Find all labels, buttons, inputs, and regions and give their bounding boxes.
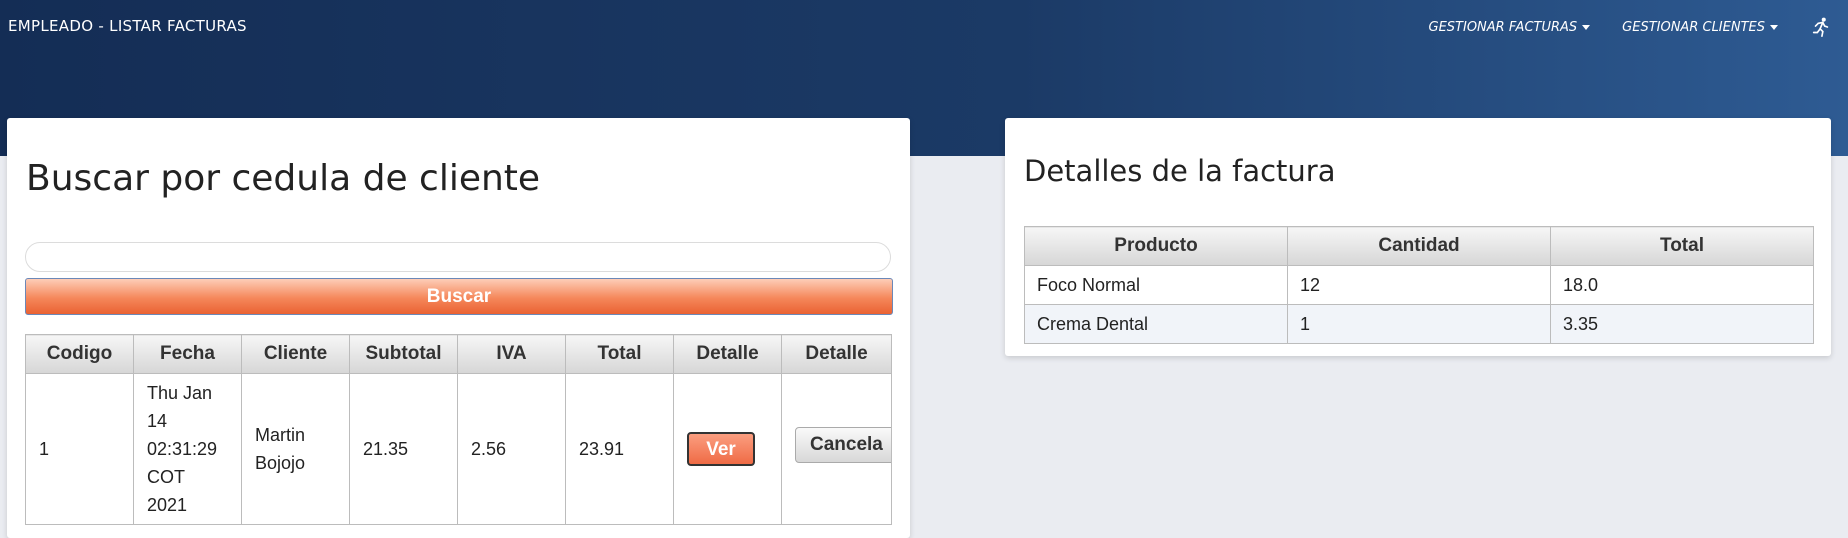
cantidad-cell: 1 — [1288, 305, 1551, 344]
cancel-cell: Cancela — [782, 374, 892, 525]
running-person-icon[interactable] — [1810, 16, 1832, 38]
nav-label: GESTIONAR CLIENTES — [1622, 20, 1765, 35]
table-header-row: Producto Cantidad Total — [1025, 227, 1814, 266]
fecha-line: 02:31:29 — [147, 435, 228, 463]
page-title: EMPLEADO - LISTAR FACTURAS — [8, 17, 247, 35]
table-row: Crema Dental 1 3.35 — [1025, 305, 1814, 344]
total-cell: 23.91 — [566, 374, 674, 525]
ver-button[interactable]: Ver — [687, 432, 755, 466]
column-header: Subtotal — [350, 335, 458, 374]
column-header: Fecha — [134, 335, 242, 374]
total-cell: 18.0 — [1551, 266, 1814, 305]
column-header: Cantidad — [1288, 227, 1551, 266]
facturas-table: Codigo Fecha Cliente Subtotal IVA Total … — [25, 334, 892, 525]
cliente-line: Bojojo — [255, 449, 336, 477]
codigo-cell: 1 — [26, 374, 134, 525]
cedula-search-input[interactable] — [25, 242, 891, 272]
producto-cell: Foco Normal — [1025, 266, 1288, 305]
table-header-row: Codigo Fecha Cliente Subtotal IVA Total … — [26, 335, 892, 374]
column-header: Cliente — [242, 335, 350, 374]
cancelar-button[interactable]: Cancela — [795, 427, 892, 463]
nav-gestionar-clientes[interactable]: GESTIONAR CLIENTES — [1622, 20, 1778, 35]
table-row: 1 Thu Jan 14 02:31:29 COT 2021 Martin Bo… — [26, 374, 892, 525]
fecha-line: COT — [147, 463, 228, 491]
fecha-cell: Thu Jan 14 02:31:29 COT 2021 — [134, 374, 242, 525]
fecha-line: 2021 — [147, 491, 228, 519]
search-card: Buscar por cedula de cliente Buscar Codi… — [7, 118, 910, 538]
column-header: Producto — [1025, 227, 1288, 266]
column-header: Total — [566, 335, 674, 374]
buscar-button[interactable]: Buscar — [25, 278, 893, 315]
caret-down-icon — [1582, 25, 1590, 30]
column-header: IVA — [458, 335, 566, 374]
search-title: Buscar por cedula de cliente — [26, 158, 540, 199]
producto-cell: Crema Dental — [1025, 305, 1288, 344]
column-header: Detalle — [782, 335, 892, 374]
nav-gestionar-facturas[interactable]: GESTIONAR FACTURAS — [1429, 20, 1591, 35]
fecha-line: 14 — [147, 407, 228, 435]
column-header: Detalle — [674, 335, 782, 374]
cliente-cell: Martin Bojojo — [242, 374, 350, 525]
ver-cell: Ver — [674, 374, 782, 525]
subtotal-cell: 21.35 — [350, 374, 458, 525]
caret-down-icon — [1770, 25, 1778, 30]
nav-label: GESTIONAR FACTURAS — [1429, 20, 1578, 35]
fecha-line: Thu Jan — [147, 379, 228, 407]
column-header: Codigo — [26, 335, 134, 374]
cantidad-cell: 12 — [1288, 266, 1551, 305]
details-title: Detalles de la factura — [1024, 154, 1335, 188]
cliente-line: Martin — [255, 421, 336, 449]
table-row: Foco Normal 12 18.0 — [1025, 266, 1814, 305]
column-header: Total — [1551, 227, 1814, 266]
details-card: Detalles de la factura Producto Cantidad… — [1005, 118, 1831, 356]
main-nav: GESTIONAR FACTURAS GESTIONAR CLIENTES — [1429, 16, 1848, 38]
detalles-table: Producto Cantidad Total Foco Normal 12 1… — [1024, 226, 1814, 344]
total-cell: 3.35 — [1551, 305, 1814, 344]
iva-cell: 2.56 — [458, 374, 566, 525]
